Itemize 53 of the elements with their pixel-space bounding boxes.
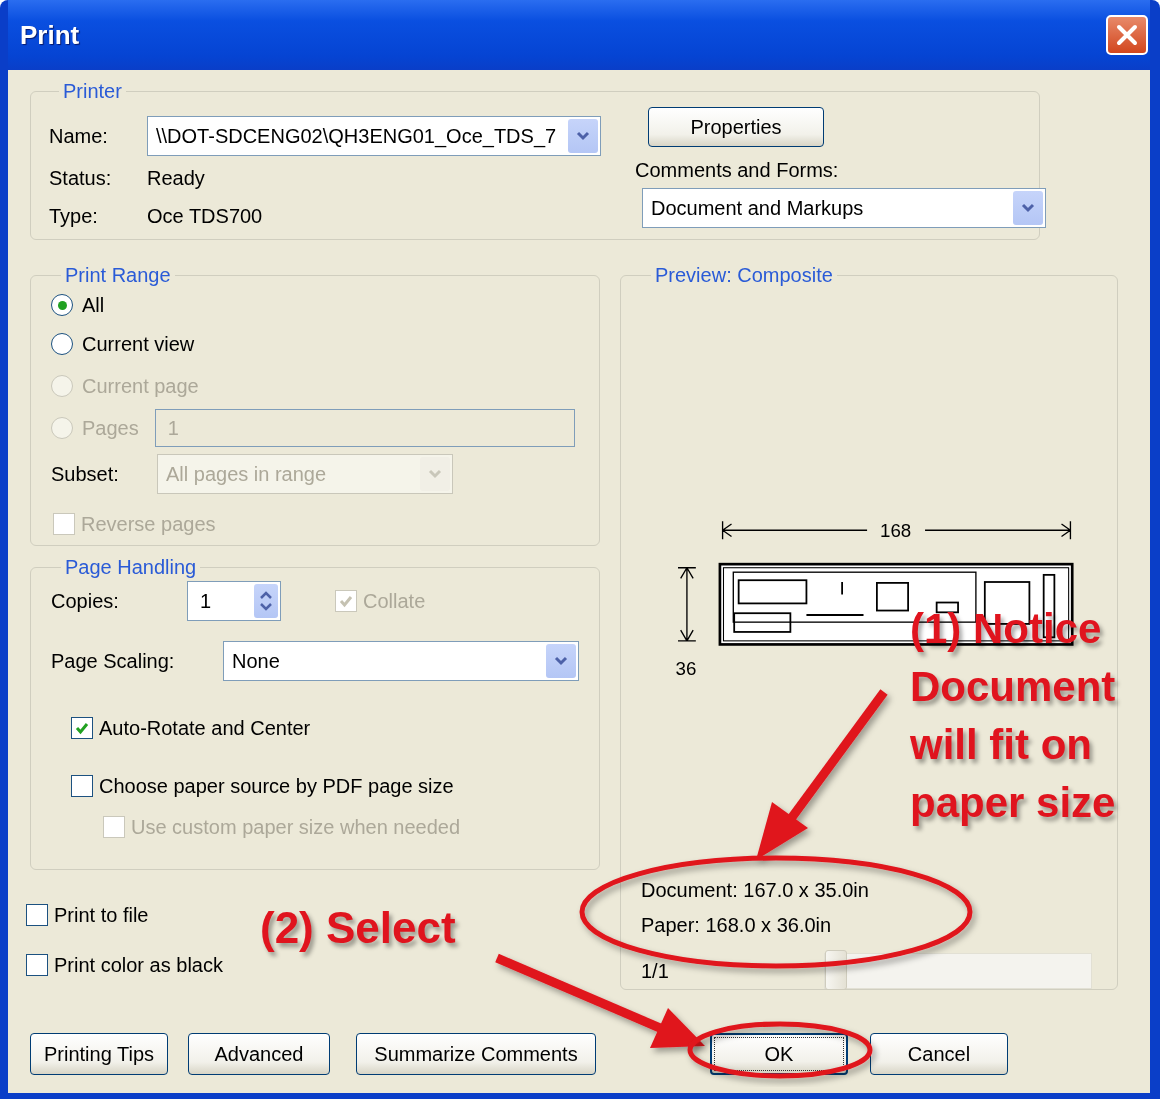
footer-button[interactable]: Printing Tips	[30, 1033, 168, 1075]
option-label: All	[82, 293, 105, 317]
type-label: Type:	[49, 204, 99, 228]
name-label: Name:	[49, 124, 109, 148]
printer-name-dropdown[interactable]: \\DOT-SDCENG02\QH3ENG01_Oce_TDS_7	[147, 116, 601, 156]
option-label: Current page	[82, 374, 199, 398]
comments-dropdown[interactable]: Document and Markups	[642, 188, 1046, 228]
option-label: Print to file	[54, 903, 149, 927]
checkmark-icon	[338, 593, 354, 609]
radio-button[interactable]	[51, 294, 73, 316]
spin-arrows-icon	[254, 584, 278, 618]
group-title: Print Range	[64, 264, 172, 287]
close-icon	[1114, 22, 1140, 48]
subset-label: Subset:	[51, 462, 120, 486]
annotation-text: (2) Select	[260, 903, 456, 953]
option-label: Auto-Rotate and Center	[99, 716, 311, 740]
dialog-button[interactable]: Cancel	[870, 1033, 1008, 1075]
option-label: Choose paper source by PDF page size	[99, 774, 454, 798]
option-label: Use custom paper size when needed	[131, 815, 461, 839]
option-label: Current view	[82, 332, 195, 356]
page-scaling-label: Page Scaling:	[51, 649, 176, 673]
checkbox[interactable]	[71, 775, 93, 797]
close-button[interactable]	[1106, 15, 1148, 55]
status-label: Status:	[49, 166, 113, 190]
document-size-text: Document: 167.0 x 35.0in	[641, 879, 870, 902]
checkbox[interactable]	[26, 904, 48, 926]
radio-button[interactable]	[51, 333, 73, 355]
status-value: Ready	[147, 166, 205, 190]
properties-button[interactable]: Properties	[648, 107, 824, 147]
option-label: Print color as black	[54, 953, 223, 977]
page-scaling-dropdown[interactable]: None	[223, 641, 579, 681]
checkbox[interactable]	[71, 717, 93, 739]
copies-label: Copies:	[51, 589, 120, 613]
checkbox[interactable]	[26, 954, 48, 976]
page-slider[interactable]	[824, 953, 1092, 989]
paper-size-text: Paper: 168.0 x 36.0in	[641, 914, 833, 937]
group-title: Preview: Composite	[654, 264, 834, 287]
comments-label: Comments and Forms:	[635, 159, 840, 182]
height-label: 36	[675, 657, 697, 679]
group-title: Page Handling	[64, 556, 198, 579]
window-title: Print	[20, 19, 80, 51]
checkmark-icon	[74, 720, 90, 736]
width-label: 168	[880, 519, 912, 541]
page-indicator: 1/1	[641, 959, 670, 983]
option-label: Pages	[82, 416, 139, 440]
option-label: Collate	[363, 589, 426, 613]
type-value: Oce TDS700	[147, 204, 263, 228]
dialog-button[interactable]: OK	[710, 1033, 848, 1075]
copies-spinner[interactable]: 1	[187, 581, 281, 621]
footer-button[interactable]: Summarize Comments	[356, 1033, 596, 1075]
option-label: Reverse pages	[81, 512, 216, 536]
group-title: Printer	[62, 80, 123, 103]
footer-button[interactable]: Advanced	[188, 1033, 330, 1075]
